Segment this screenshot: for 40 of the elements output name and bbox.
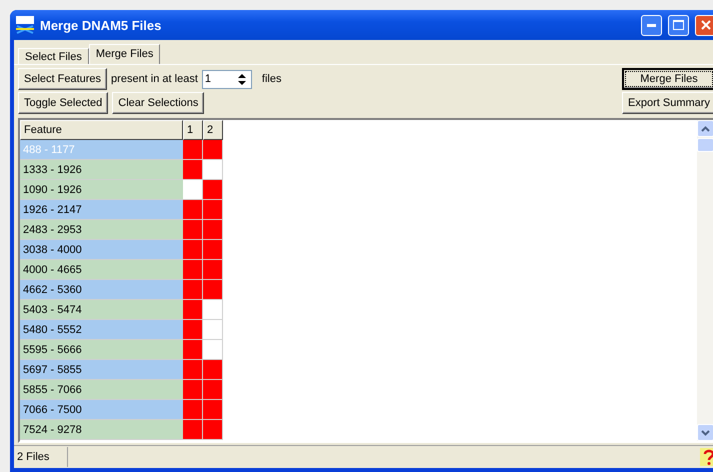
- feature-cell[interactable]: 4000 - 4665: [20, 260, 183, 280]
- feature-cell[interactable]: 3038 - 4000: [20, 240, 183, 260]
- feature-cell[interactable]: 5855 - 7066: [20, 380, 183, 400]
- scrollbar[interactable]: [697, 120, 713, 441]
- close-icon: [700, 20, 710, 30]
- clear-selections-button[interactable]: Clear Selections: [112, 92, 204, 114]
- scroll-down-icon[interactable]: [697, 424, 713, 441]
- feature-cell[interactable]: 5403 - 5474: [20, 300, 183, 320]
- merge-files-button[interactable]: Merge Files: [622, 68, 713, 90]
- toggle-selected-button[interactable]: Toggle Selected: [18, 92, 108, 114]
- minimize-icon: [647, 24, 656, 26]
- feature-cell[interactable]: 1926 - 2147: [20, 200, 183, 220]
- scroll-thumb[interactable]: [697, 138, 713, 152]
- export-summary-button[interactable]: Export Summary: [622, 92, 713, 114]
- dna-icon: [16, 16, 34, 34]
- column-header[interactable]: Feature: [20, 120, 183, 140]
- feature-cell[interactable]: 5480 - 5552: [20, 320, 183, 340]
- minimize-button[interactable]: [641, 14, 662, 36]
- tab[interactable]: Merge Files: [88, 44, 160, 64]
- select-features-button[interactable]: Select Features: [18, 68, 108, 90]
- column-header[interactable]: 2: [203, 120, 223, 140]
- close-button[interactable]: [695, 14, 713, 36]
- maximize-icon: [673, 20, 684, 30]
- status-text: 2 Files: [14, 447, 68, 467]
- tab[interactable]: Select Files: [18, 48, 89, 64]
- column-header[interactable]: 1: [183, 120, 203, 140]
- feature-cell[interactable]: 4662 - 5360: [20, 280, 183, 300]
- feature-cell[interactable]: 1333 - 1926: [20, 160, 183, 180]
- feature-cell[interactable]: 7066 - 7500: [20, 400, 183, 420]
- feature-cell[interactable]: 7524 - 9278: [20, 420, 183, 440]
- feature-cell[interactable]: 2483 - 2953: [20, 220, 183, 240]
- files-label: files: [262, 73, 282, 85]
- maximize-button[interactable]: [668, 14, 689, 36]
- present-label: present in at least: [111, 73, 198, 85]
- feature-cell[interactable]: 5595 - 5666: [20, 340, 183, 360]
- feature-cell[interactable]: 5697 - 5855: [20, 360, 183, 380]
- help-icon[interactable]: [700, 448, 713, 466]
- window-title: Merge DNAM5 Files: [40, 18, 162, 32]
- feature-cell[interactable]: 1090 - 1926: [20, 180, 183, 200]
- scroll-up-icon[interactable]: [697, 120, 713, 137]
